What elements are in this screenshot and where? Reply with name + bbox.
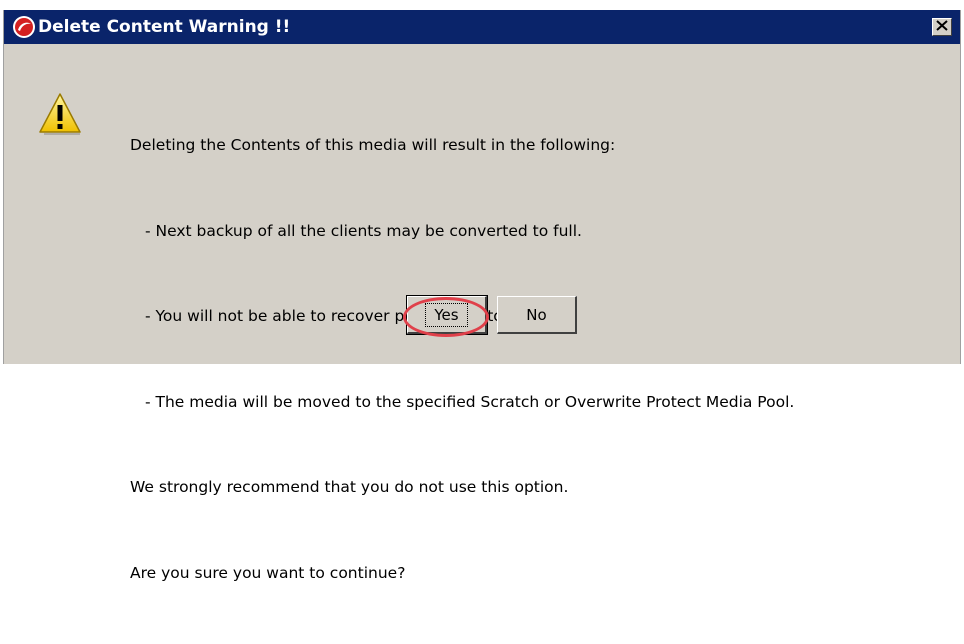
warning-message: Deleting the Contents of this media will… [130, 74, 794, 644]
dialog-titlebar[interactable]: Delete Content Warning !! [4, 10, 960, 44]
message-line: We strongly recommend that you do not us… [130, 478, 569, 496]
delete-content-warning-dialog: Delete Content Warning !! Deleting the C… [3, 10, 961, 582]
message-bullet: - The media will be moved to the specifi… [145, 392, 795, 411]
yes-button[interactable]: Yes [406, 295, 488, 335]
no-button-label: No [526, 305, 547, 324]
message-line: Deleting the Contents of this media will… [130, 136, 616, 154]
message-line: Are you sure you want to continue? [130, 563, 406, 582]
app-logo-icon [12, 15, 36, 39]
message-bullet: - Next backup of all the clients may be … [145, 221, 582, 240]
close-icon [936, 18, 948, 36]
no-button[interactable]: No [497, 296, 577, 334]
close-button[interactable] [932, 18, 952, 36]
dialog-title: Delete Content Warning !! [38, 17, 291, 37]
yes-button-label: Yes [425, 302, 468, 327]
warning-icon [38, 92, 82, 136]
